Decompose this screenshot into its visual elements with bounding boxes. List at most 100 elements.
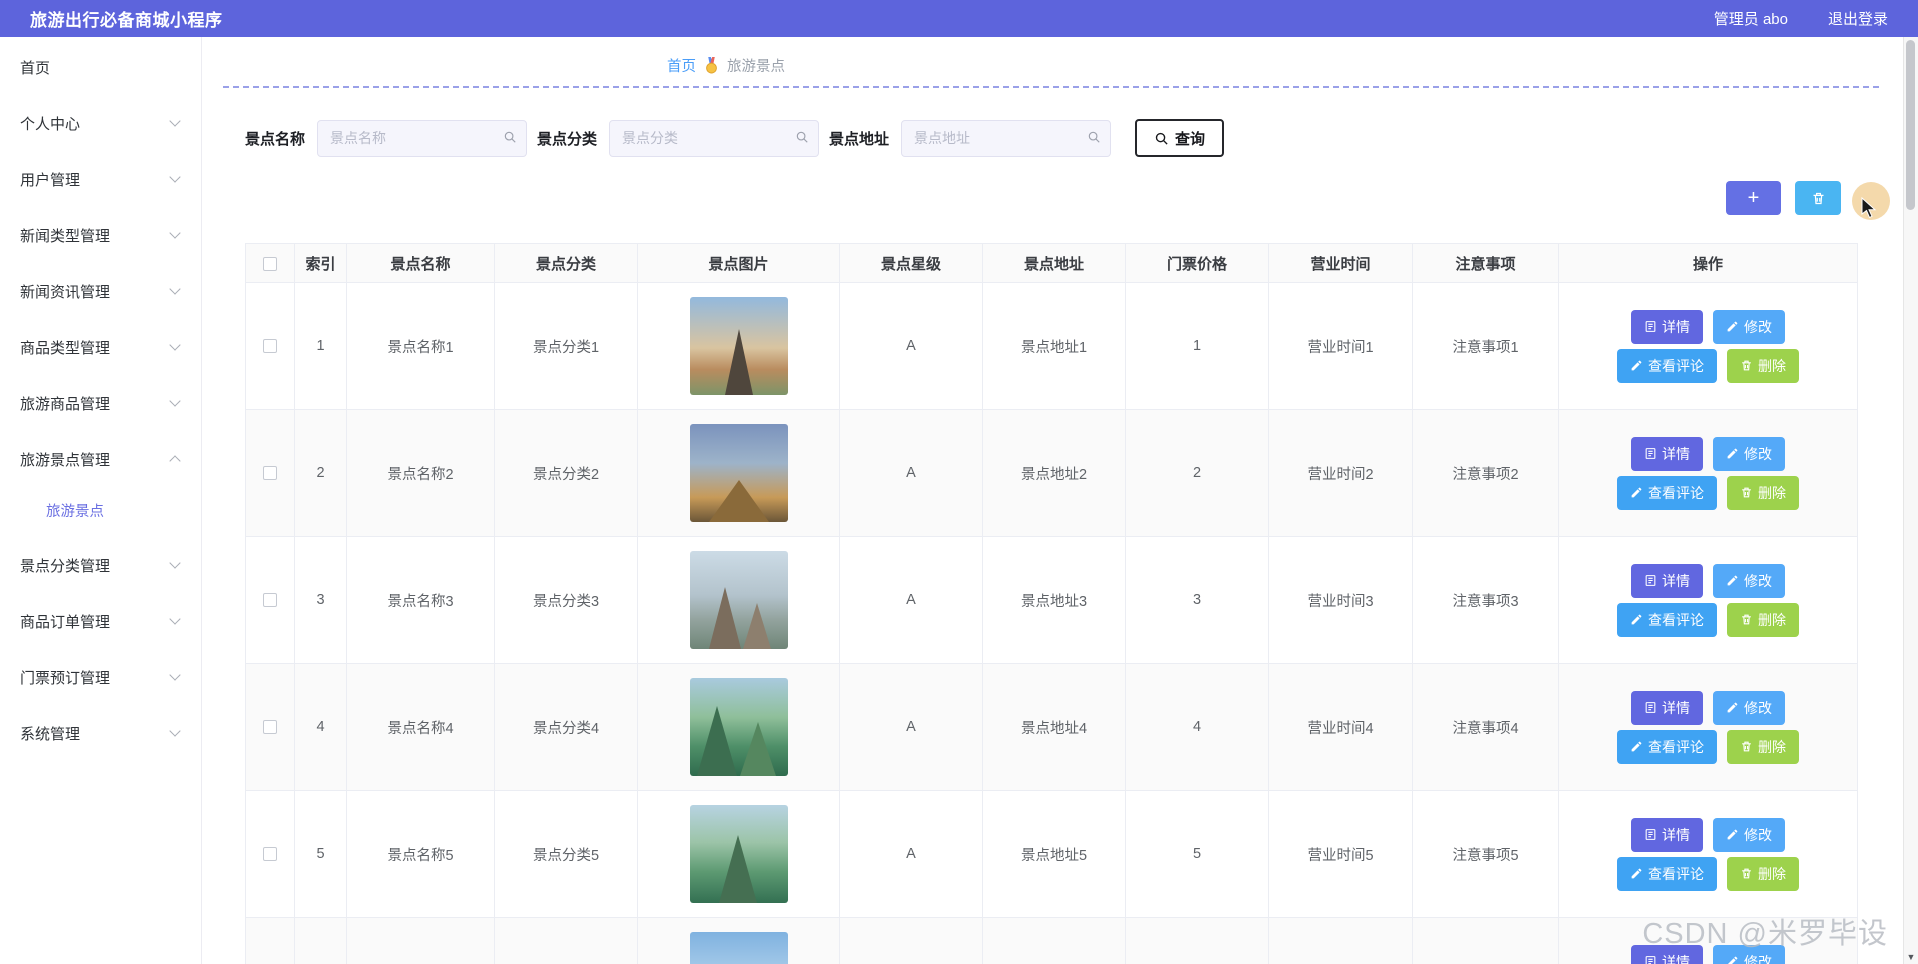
cell-hours: 营业时间3: [1268, 536, 1413, 664]
trash-icon: [1811, 191, 1826, 206]
sidebar-item[interactable]: 商品订单管理: [0, 593, 201, 649]
logout-button[interactable]: 退出登录: [1828, 8, 1888, 29]
sidebar-item[interactable]: 新闻资讯管理: [0, 263, 201, 319]
view-comments-button[interactable]: 查看评论: [1617, 856, 1717, 891]
cell-price: 6: [1125, 917, 1269, 964]
cell-price: 5: [1125, 790, 1269, 918]
view-comments-button[interactable]: 查看评论: [1617, 729, 1717, 764]
delete-button[interactable]: 删除: [1727, 729, 1799, 764]
detail-button[interactable]: 详情: [1631, 436, 1703, 471]
delete-button-label: 删除: [1758, 357, 1786, 374]
column-header: 景点名称: [346, 243, 495, 283]
scrollbar-thumb[interactable]: [1906, 40, 1915, 210]
row-checkbox[interactable]: [263, 720, 277, 735]
row-checkbox[interactable]: [263, 339, 277, 354]
name-field-label: 景点名称: [245, 130, 306, 148]
detail-button[interactable]: 详情: [1631, 563, 1703, 598]
select-all-checkbox[interactable]: [263, 256, 277, 271]
sidebar-item-label: 旅游景点管理: [20, 451, 111, 469]
column-header: 门票价格: [1125, 243, 1269, 283]
scrollbar-down-arrow[interactable]: ▼: [1904, 952, 1918, 962]
cell-notes: 注意事项5: [1412, 790, 1559, 918]
column-header: 景点星级: [839, 243, 983, 283]
breadcrumb: 首页 旅游景点: [202, 50, 1918, 80]
cell-address: 景点地址2: [982, 409, 1126, 537]
query-button[interactable]: 查询: [1135, 119, 1225, 157]
batch-delete-button[interactable]: [1795, 181, 1841, 215]
cell-operations: 详情 修改 查看评论 删除: [1558, 663, 1858, 791]
cell-category: 景点分类2: [494, 409, 638, 537]
sidebar: 首页 个人中心 用户管理 新闻类型管理 新闻资讯管理 商品类型管理 旅游商品管理…: [0, 37, 202, 964]
cell-star: A: [839, 409, 983, 537]
view-comments-button[interactable]: 查看评论: [1617, 348, 1717, 383]
cell-notes: 注意事项3: [1412, 536, 1559, 664]
address-search-input[interactable]: [901, 119, 1112, 157]
row-checkbox[interactable]: [263, 593, 277, 608]
row-checkbox[interactable]: [263, 466, 277, 481]
chevron-down-icon: [169, 613, 181, 625]
app-title: 旅游出行必备商城小程序: [30, 11, 223, 30]
category-search-input[interactable]: [609, 119, 820, 157]
delete-button-label: 删除: [1758, 865, 1786, 882]
floating-avatar[interactable]: [1852, 182, 1890, 220]
breadcrumb-home-link[interactable]: 首页: [667, 55, 696, 76]
cell-address: 景点地址1: [982, 282, 1126, 410]
sidebar-item[interactable]: 新闻类型管理: [0, 207, 201, 263]
attraction-photo: [689, 424, 788, 522]
magnifier-icon: [1154, 131, 1169, 146]
chevron-down-icon: [169, 669, 181, 681]
cell-address: 景点地址4: [982, 663, 1126, 791]
sidebar-item[interactable]: 商品类型管理: [0, 319, 201, 375]
breadcrumb-current: 旅游景点: [727, 58, 785, 75]
cell-address: 景点地址6: [982, 917, 1126, 964]
chevron-down-icon: [169, 283, 181, 295]
cell-name: 景点名称2: [346, 409, 495, 537]
delete-button[interactable]: 删除: [1727, 348, 1799, 383]
edit-button[interactable]: 修改: [1713, 817, 1785, 852]
add-button[interactable]: +: [1726, 181, 1781, 215]
edit-button[interactable]: 修改: [1713, 309, 1785, 344]
sidebar-item[interactable]: 门票预订管理: [0, 649, 201, 705]
admin-label: 管理员 abo: [1713, 11, 1788, 28]
cell-operations: 详情 修改 查看评论 删除: [1558, 536, 1858, 664]
attraction-photo: [689, 932, 788, 964]
medal-icon: [705, 56, 718, 74]
edit-button-label: 修改: [1744, 826, 1772, 843]
sidebar-item-label: 旅游商品管理: [20, 395, 111, 413]
sidebar-item[interactable]: 景点分类管理: [0, 537, 201, 593]
sidebar-item[interactable]: 系统管理: [0, 705, 201, 761]
delete-button[interactable]: 删除: [1727, 602, 1799, 637]
delete-button[interactable]: 删除: [1727, 856, 1799, 891]
edit-button-label: 修改: [1744, 445, 1772, 462]
detail-button[interactable]: 详情: [1631, 944, 1703, 964]
view-comments-button[interactable]: 查看评论: [1617, 475, 1717, 510]
delete-button[interactable]: 删除: [1727, 475, 1799, 510]
sidebar-item-label: 新闻资讯管理: [20, 283, 111, 301]
sidebar-item[interactable]: 用户管理: [0, 151, 201, 207]
sidebar-item-label: 门票预订管理: [20, 669, 111, 687]
edit-button[interactable]: 修改: [1713, 944, 1785, 964]
chevron-down-icon: [169, 339, 181, 351]
address-field-group: 景点地址: [829, 119, 1112, 157]
view-comments-button[interactable]: 查看评论: [1617, 602, 1717, 637]
category-field-group: 景点分类: [537, 119, 820, 157]
view-comments-button-label: 查看评论: [1648, 484, 1704, 501]
vertical-scrollbar[interactable]: ▼: [1903, 37, 1918, 964]
cell-price: 1: [1125, 282, 1269, 410]
attraction-photo: [689, 678, 788, 776]
edit-button[interactable]: 修改: [1713, 436, 1785, 471]
sidebar-item[interactable]: 个人中心: [0, 95, 201, 151]
sidebar-item[interactable]: 旅游商品管理: [0, 375, 201, 431]
row-checkbox[interactable]: [263, 847, 277, 862]
sidebar-item[interactable]: 旅游景点管理: [0, 431, 201, 487]
detail-button[interactable]: 详情: [1631, 817, 1703, 852]
name-search-input[interactable]: [317, 119, 528, 157]
edit-button[interactable]: 修改: [1713, 563, 1785, 598]
cell-name: 景点名称5: [346, 790, 495, 918]
sidebar-subitem[interactable]: 旅游景点: [0, 487, 201, 537]
detail-button[interactable]: 详情: [1631, 690, 1703, 725]
sidebar-item[interactable]: 首页: [0, 39, 201, 95]
edit-button[interactable]: 修改: [1713, 690, 1785, 725]
detail-button[interactable]: 详情: [1631, 309, 1703, 344]
sidebar-item-label: 首页: [20, 59, 51, 77]
